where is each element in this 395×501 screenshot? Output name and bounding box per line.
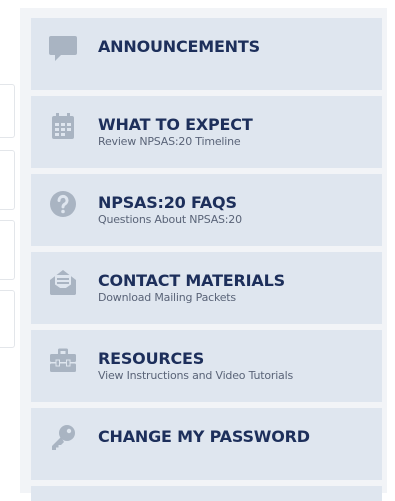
left-panel-edge — [0, 290, 15, 348]
speech-bubble-icon — [48, 33, 78, 63]
calendar-icon — [48, 111, 78, 141]
menu-item-contact-materials[interactable]: CONTACT MATERIALS Download Mailing Packe… — [31, 252, 382, 324]
menu-item-title: WHAT TO EXPECT — [98, 115, 253, 134]
left-panel-edge — [0, 220, 15, 280]
menu-item-announcements[interactable]: ANNOUNCEMENTS — [31, 18, 382, 90]
left-panel-edge — [0, 84, 15, 138]
sidebar-menu: ANNOUNCEMENTS WHAT TO EXPECT Review NPSA… — [20, 8, 387, 501]
key-icon — [48, 423, 78, 453]
menu-item-title: ANNOUNCEMENTS — [98, 37, 260, 56]
menu-item-title: CONTACT MATERIALS — [98, 271, 285, 290]
menu-item-partial[interactable] — [31, 486, 382, 501]
menu-item-subtitle: Questions About NPSAS:20 — [98, 213, 242, 226]
menu-item-title: CHANGE MY PASSWORD — [98, 427, 310, 446]
menu-item-subtitle: Review NPSAS:20 Timeline — [98, 135, 241, 148]
menu-item-title: NPSAS:20 FAQS — [98, 193, 237, 212]
menu-item-change-password[interactable]: CHANGE MY PASSWORD — [31, 408, 382, 480]
left-panel-edge — [0, 150, 15, 210]
toolbox-icon — [48, 345, 78, 375]
menu-item-title: RESOURCES — [98, 349, 205, 368]
menu-item-subtitle: View Instructions and Video Tutorials — [98, 369, 293, 382]
question-circle-icon — [48, 189, 78, 219]
menu-item-what-to-expect[interactable]: WHAT TO EXPECT Review NPSAS:20 Timeline — [31, 96, 382, 168]
menu-item-faqs[interactable]: NPSAS:20 FAQS Questions About NPSAS:20 — [31, 174, 382, 246]
page: ANNOUNCEMENTS WHAT TO EXPECT Review NPSA… — [0, 0, 395, 501]
menu-item-subtitle: Download Mailing Packets — [98, 291, 236, 304]
envelope-open-icon — [48, 267, 78, 297]
menu-item-resources[interactable]: RESOURCES View Instructions and Video Tu… — [31, 330, 382, 402]
